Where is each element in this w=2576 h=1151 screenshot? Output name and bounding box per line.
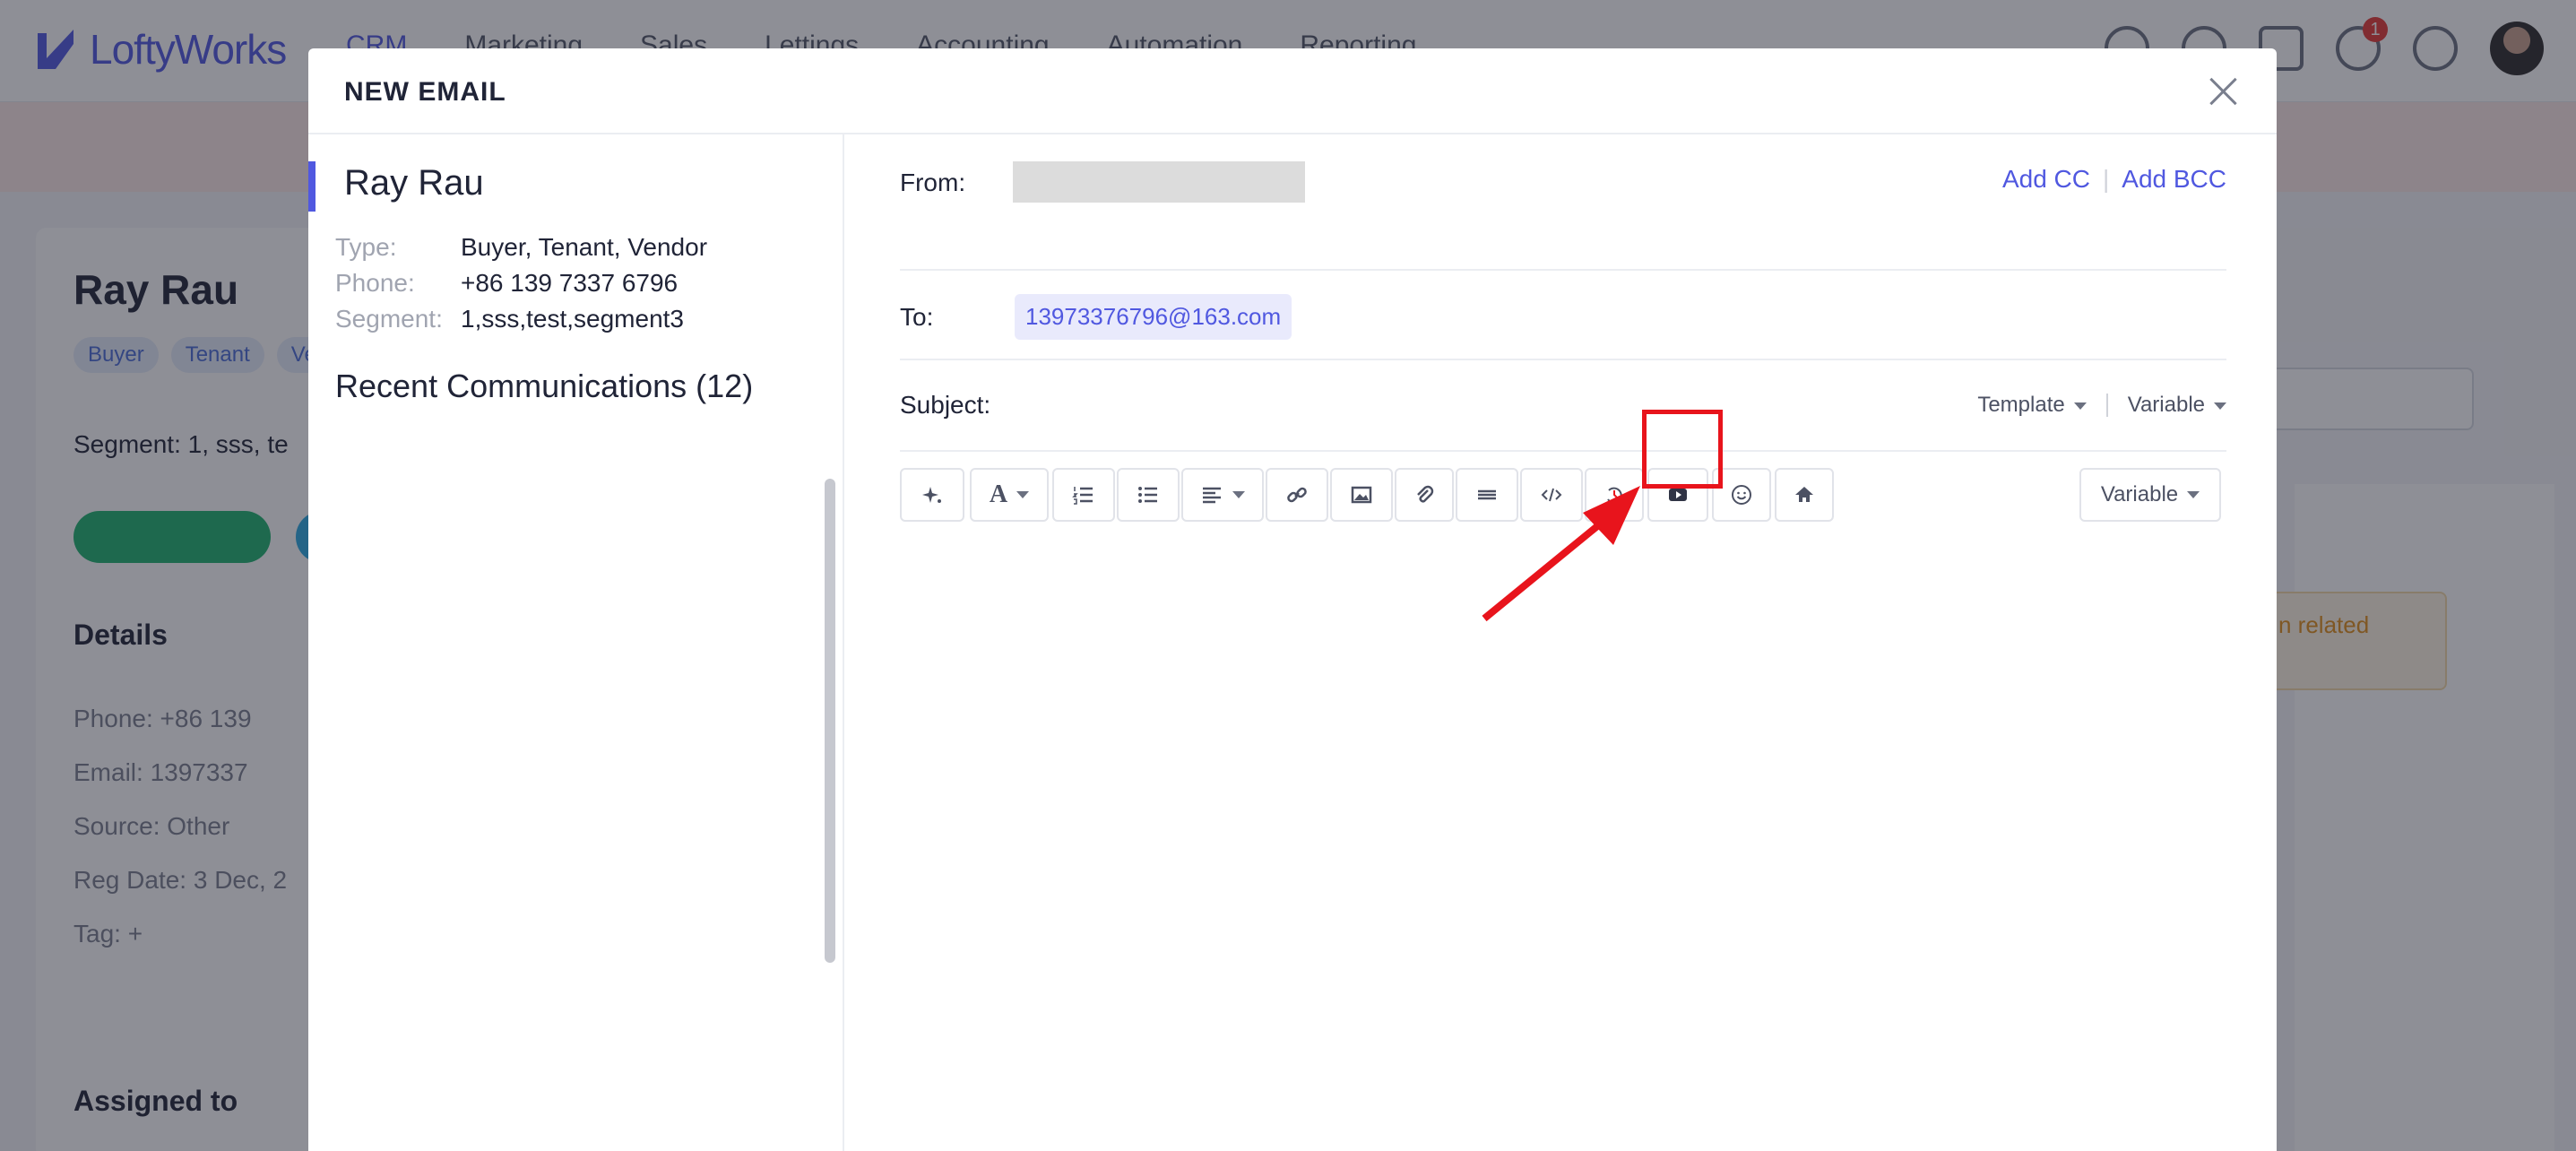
- contact-pane: Ray Rau Type: Buyer, Tenant, Vendor Phon…: [308, 134, 844, 1151]
- home-icon: [1795, 487, 1813, 502]
- template-dropdown[interactable]: Template: [1977, 393, 2087, 418]
- ordered-list-button[interactable]: [1052, 468, 1115, 522]
- variable-label: Variable: [2127, 393, 2205, 417]
- recipient-chip[interactable]: 13973376796@163.com: [1015, 294, 1292, 340]
- font-color-button[interactable]: A: [970, 468, 1049, 522]
- template-label: Template: [1977, 393, 2065, 417]
- scrollbar[interactable]: [825, 479, 835, 963]
- subject-label: Subject:: [900, 391, 991, 419]
- link-button[interactable]: [1266, 468, 1328, 522]
- modal-title: NEW EMAIL: [344, 77, 506, 107]
- email-body-editor[interactable]: [900, 538, 2226, 1147]
- close-icon[interactable]: [2205, 74, 2241, 109]
- contact-name: Ray Rau: [344, 163, 484, 203]
- chevron-down-icon: [1016, 491, 1030, 498]
- chevron-down-icon: [2214, 402, 2226, 410]
- segment-value: 1,sss,test,segment3: [461, 305, 685, 333]
- image-button[interactable]: [1330, 468, 1393, 522]
- type-value: Buyer, Tenant, Vendor: [461, 233, 708, 261]
- sparkle-icon: [922, 487, 941, 503]
- phone-value: +86 139 7337 6796: [461, 269, 679, 297]
- new-email-modal: NEW EMAIL Ray Rau Type: Buyer, Tenant, V…: [308, 48, 2277, 1151]
- phone-label: Phone:: [335, 269, 415, 297]
- chevron-down-icon: [1232, 491, 1245, 498]
- toolbar-variable-dropdown[interactable]: Variable: [2079, 468, 2221, 522]
- highlight-box: [1642, 410, 1723, 489]
- compose-pane: From: Add CC | Add BCC To: 13973376796@1…: [846, 134, 2277, 1151]
- link-icon: [1287, 487, 1307, 503]
- paperclip-icon: [1417, 485, 1434, 503]
- segment-label: Segment:: [335, 305, 443, 333]
- align-left-icon: [1203, 487, 1221, 504]
- add-cc-link[interactable]: Add CC: [2002, 165, 2090, 194]
- ordered-list-icon: [1072, 487, 1093, 505]
- align-button[interactable]: [1181, 468, 1264, 522]
- from-label: From:: [900, 169, 966, 196]
- arrow-annotation: [1482, 486, 1640, 622]
- chevron-down-icon: [2187, 491, 2200, 498]
- add-bcc-link[interactable]: Add BCC: [2122, 165, 2226, 194]
- home-button[interactable]: [1775, 468, 1834, 522]
- from-row: From: Add CC | Add BCC: [900, 134, 2226, 271]
- toolbar-variable-label: Variable: [2100, 482, 2179, 506]
- separator: [2105, 394, 2108, 417]
- cc-separator: |: [2103, 165, 2110, 193]
- emoji-icon: [1732, 485, 1751, 505]
- font-icon: A: [989, 480, 1008, 508]
- attachment-button[interactable]: [1395, 468, 1454, 522]
- from-field[interactable]: [1013, 161, 1305, 203]
- chevron-down-icon: [2073, 402, 2087, 410]
- active-indicator: [308, 161, 316, 212]
- to-label: To:: [900, 303, 934, 331]
- image-icon: [1351, 486, 1372, 504]
- subject-variable-dropdown[interactable]: Variable: [2128, 393, 2226, 418]
- bullet-list-button[interactable]: [1117, 468, 1180, 522]
- ai-sparkle-button[interactable]: [900, 468, 964, 522]
- type-label: Type:: [335, 233, 397, 261]
- bullet-list-icon: [1138, 487, 1157, 503]
- recent-communications-heading: Recent Communications (12): [335, 368, 754, 404]
